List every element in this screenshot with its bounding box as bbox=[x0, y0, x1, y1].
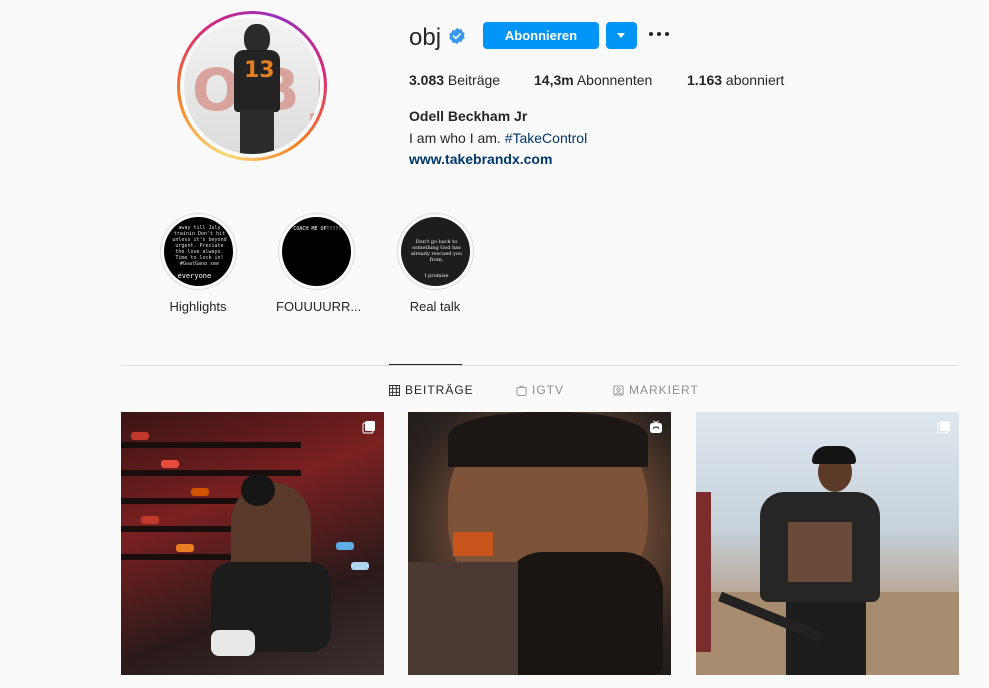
more-options-icon[interactable] bbox=[647, 24, 671, 44]
avatar[interactable]: OBJ 13 bbox=[184, 18, 320, 154]
grid-icon bbox=[389, 384, 400, 396]
post-thumbnail[interactable] bbox=[696, 412, 959, 675]
tab-igtv-label: IGTV bbox=[532, 383, 565, 397]
posts-count: 3.083 bbox=[409, 72, 445, 88]
sneaker bbox=[191, 488, 209, 496]
sneaker bbox=[351, 562, 369, 570]
beard bbox=[503, 552, 663, 675]
verified-badge-icon bbox=[449, 27, 465, 45]
sneaker bbox=[131, 432, 149, 440]
following-stat[interactable]: 1.163 abonniert bbox=[687, 72, 784, 88]
followers-count: 14,3m bbox=[534, 72, 574, 88]
tagged-icon bbox=[613, 384, 624, 396]
avatar-legs bbox=[240, 110, 274, 154]
sneaker-white bbox=[211, 630, 255, 656]
following-count: 1.163 bbox=[687, 72, 723, 88]
followers-label: Abonnenten bbox=[573, 72, 653, 88]
highlight-label: Real talk bbox=[409, 299, 461, 314]
jersey bbox=[408, 562, 518, 675]
shelf bbox=[121, 442, 301, 448]
sneaker bbox=[336, 542, 354, 550]
posts-count-stat: 3.083 Beiträge bbox=[409, 72, 500, 88]
sneaker bbox=[161, 460, 179, 468]
person-cap bbox=[812, 446, 856, 464]
profile-bio: I am who I am. #TakeControl bbox=[409, 130, 587, 146]
shelf bbox=[121, 470, 301, 476]
profile-username: obj bbox=[409, 24, 442, 51]
tab-posts-label: BEITRÄGE bbox=[405, 383, 474, 397]
posts-label: Beiträge bbox=[444, 72, 501, 88]
side-person bbox=[696, 492, 711, 652]
highlight-cover-text: away till July trainin Don't hit unless … bbox=[172, 225, 227, 265]
highlight-ring: Don't go back to something God has alrea… bbox=[396, 213, 474, 290]
following-label: abonniert bbox=[722, 72, 785, 88]
avatar-figure: 13 bbox=[232, 24, 280, 154]
follow-button[interactable]: Abonnieren bbox=[483, 22, 599, 49]
highlight-label: Highlights bbox=[169, 299, 227, 314]
active-tab-indicator bbox=[389, 364, 462, 365]
sneaker bbox=[176, 544, 194, 552]
person-cap bbox=[241, 474, 275, 506]
followers-stat[interactable]: 14,3m Abonnenten bbox=[534, 72, 652, 88]
jersey-stripe bbox=[453, 532, 493, 556]
chevron-down-icon bbox=[617, 33, 625, 38]
bio-hashtag-link[interactable]: #TakeControl bbox=[505, 130, 588, 146]
profile-full-name: Odell Beckham Jr bbox=[409, 108, 528, 124]
highlight-ring: COACH ME UP!!!!! bbox=[277, 213, 355, 290]
avatar-jersey-number: 13 bbox=[244, 58, 275, 83]
carousel-icon bbox=[362, 421, 375, 434]
igtv-icon bbox=[516, 384, 527, 396]
tab-igtv[interactable]: IGTV bbox=[516, 383, 564, 397]
highlight-ring: away till July trainin Don't hit unless … bbox=[159, 213, 237, 290]
highlight-cover-caption: I promise bbox=[424, 273, 449, 279]
person-pants bbox=[786, 602, 866, 675]
bio-text: I am who I am. bbox=[409, 130, 505, 146]
suggested-dropdown-button[interactable] bbox=[606, 22, 637, 49]
highlight-cover: away till July trainin Don't hit unless … bbox=[163, 217, 233, 286]
tshirt-graphic bbox=[788, 522, 852, 582]
carousel-icon bbox=[937, 421, 950, 434]
igtv-icon bbox=[650, 420, 662, 433]
highlight-label: FOUUUURR... bbox=[276, 299, 362, 314]
tab-tagged-label: MARKIERT bbox=[629, 383, 699, 397]
avatar-inner: OBJ 13 bbox=[180, 14, 324, 158]
post-thumbnail[interactable] bbox=[408, 412, 671, 675]
hair bbox=[448, 412, 648, 467]
post-thumbnail[interactable] bbox=[121, 412, 384, 675]
highlight-item[interactable]: Don't go back to something God has alrea… bbox=[395, 213, 475, 314]
highlight-item[interactable]: COACH ME UP!!!!! FOUUUURR... bbox=[276, 213, 362, 314]
highlight-cover-caption: everyone bbox=[177, 272, 212, 280]
highlight-item[interactable]: away till July trainin Don't hit unless … bbox=[158, 213, 238, 314]
tabs-divider bbox=[121, 365, 958, 366]
profile-avatar-ring[interactable]: OBJ 13 bbox=[177, 11, 327, 161]
highlight-cover-text: Don't go back to something God has alrea… bbox=[410, 239, 463, 263]
sneaker bbox=[141, 516, 159, 524]
highlight-cover: COACH ME UP!!!!! bbox=[281, 217, 351, 286]
profile-website-link[interactable]: www.takebrandx.com bbox=[409, 151, 552, 167]
tab-posts[interactable]: BEITRÄGE bbox=[389, 383, 474, 397]
highlight-cover: Don't go back to something God has alrea… bbox=[400, 217, 470, 286]
highlight-cover-text: COACH ME UP!!!!! bbox=[293, 226, 342, 232]
tab-tagged[interactable]: MARKIERT bbox=[613, 383, 699, 397]
